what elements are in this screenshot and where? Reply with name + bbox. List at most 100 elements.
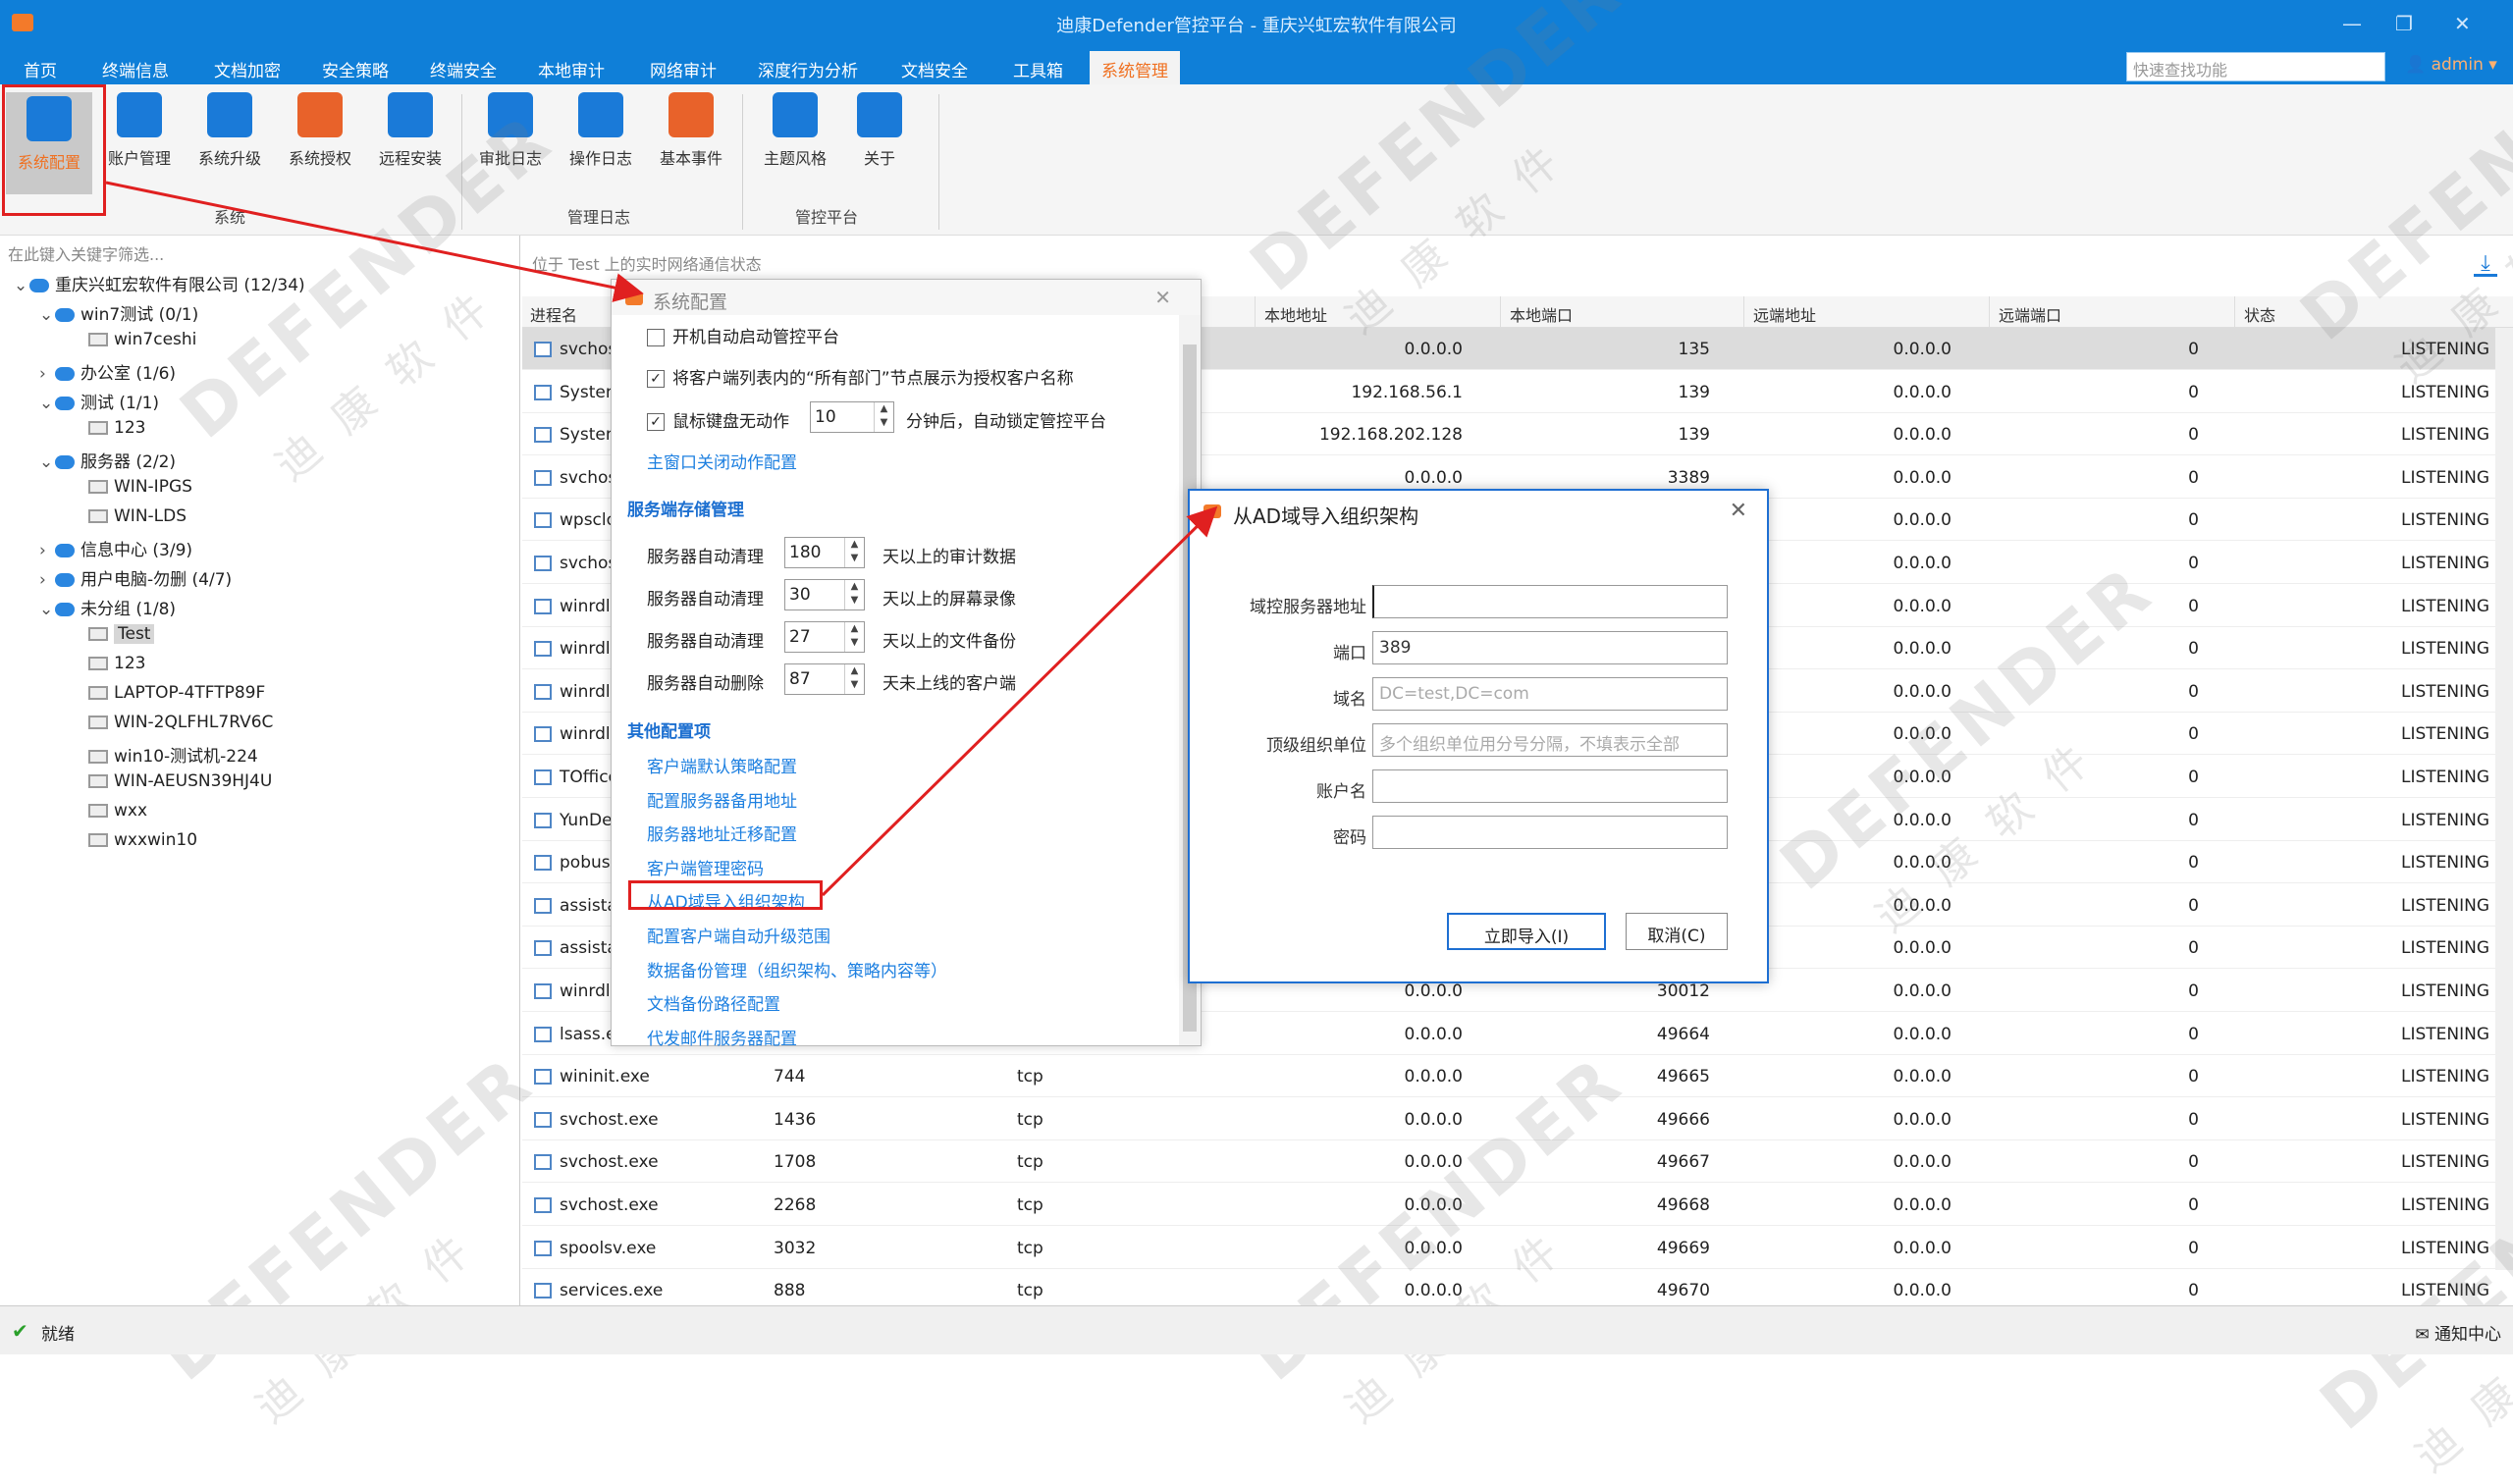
auto-start-checkbox[interactable] [647, 329, 665, 346]
tree-node[interactable]: wxx [88, 801, 147, 821]
tree-node[interactable]: ⌄ 服务器 (2/2) [39, 448, 176, 472]
config-link-5[interactable]: 配置客户端自动升级范围 [647, 923, 830, 947]
storage-days-stepper[interactable]: 180 ▲ ▼ [784, 537, 865, 568]
ribbon-button-4[interactable]: 远程安装 [367, 92, 454, 169]
column-divider[interactable] [1989, 296, 1990, 328]
column-header-7[interactable]: 状态 [2244, 302, 2275, 326]
quick-search-input[interactable]: 快速查找功能 [2126, 52, 2385, 81]
column-divider[interactable] [1255, 296, 1256, 328]
storage-days-stepper[interactable]: 30 ▲ ▼ [784, 579, 865, 610]
expand-arrow-icon[interactable]: ⌄ [14, 276, 29, 295]
auto-start-option[interactable]: 开机自动启动管控平台 [647, 323, 839, 347]
ad-field-input-1[interactable]: 389 [1372, 631, 1728, 664]
show-auth-option[interactable]: ✓ 将客户端列表内的“所有部门”节点展示为授权客户名称 [647, 364, 1074, 389]
stepper-arrows-icon[interactable]: ▲ ▼ [844, 580, 864, 610]
tree-node[interactable]: › 办公室 (1/6) [39, 359, 176, 384]
import-now-button[interactable]: 立即导入(I) [1447, 913, 1606, 950]
tree-node[interactable]: 123 [88, 654, 145, 673]
expand-arrow-icon[interactable]: › [39, 570, 55, 590]
admin-user-menu[interactable]: 👤 admin ▾ [2405, 55, 2497, 75]
expand-arrow-icon[interactable]: › [39, 364, 55, 384]
tree-node[interactable]: win10-测试机-224 [88, 742, 258, 767]
tree-node[interactable]: Test [88, 624, 155, 644]
cancel-button[interactable]: 取消(C) [1626, 913, 1728, 950]
idle-lock-checkbox[interactable]: ✓ [647, 413, 665, 431]
config-link-7[interactable]: 文档备份路径配置 [647, 990, 780, 1015]
menu-item-2[interactable]: 文档加密 [206, 55, 289, 83]
menu-item-4[interactable]: 终端安全 [422, 55, 505, 83]
ad-field-input-0[interactable] [1372, 585, 1728, 618]
stepper-arrows-icon[interactable]: ▲ ▼ [844, 538, 864, 567]
menu-item-7[interactable]: 深度行为分析 [750, 55, 866, 83]
column-header-4[interactable]: 本地端口 [1510, 302, 1573, 326]
menu-item-3[interactable]: 安全策略 [314, 55, 397, 83]
menu-item-0[interactable]: 首页 [16, 55, 65, 83]
show-auth-checkbox[interactable]: ✓ [647, 370, 665, 388]
tree-node[interactable]: wxxwin10 [88, 830, 197, 850]
column-divider[interactable] [1500, 296, 1501, 328]
stepper-arrows-icon[interactable]: ▲ ▼ [844, 622, 864, 652]
tree-node[interactable]: ⌄ win7测试 (0/1) [39, 300, 198, 325]
menu-item-1[interactable]: 终端信息 [94, 55, 177, 83]
ribbon-button-2[interactable]: 系统升级 [187, 92, 273, 169]
ad-field-input-4[interactable] [1372, 769, 1728, 803]
minimize-button[interactable]: — [2342, 12, 2362, 35]
ad-field-input-5[interactable] [1372, 816, 1728, 849]
tree-node[interactable]: WIN-LDS [88, 506, 187, 526]
ribbon-button-9[interactable]: 关于 [836, 92, 923, 169]
tree-node[interactable]: WIN-2QLFHL7RV6C [88, 713, 273, 732]
ad-field-input-3[interactable]: 多个组织单位用分号分隔，不填表示全部 [1372, 723, 1728, 757]
close-window-button[interactable]: ✕ [2454, 12, 2471, 35]
expand-arrow-icon[interactable]: ⌄ [39, 600, 55, 619]
config-link-1[interactable]: 配置服务器备用地址 [647, 787, 797, 812]
stepper-arrows-icon[interactable]: ▲ ▼ [874, 402, 893, 432]
config-link-0[interactable]: 客户端默认策略配置 [647, 753, 797, 777]
tree-node[interactable]: WIN-IPGS [88, 477, 192, 497]
tree-node[interactable]: ⌄ 未分组 (1/8) [39, 595, 176, 619]
expand-arrow-icon[interactable]: › [39, 541, 55, 560]
tree-filter-input[interactable]: 在此键入关键字筛选... [8, 241, 164, 265]
idle-minutes-stepper[interactable]: 10 ▲ ▼ [810, 401, 894, 433]
tree-node[interactable]: 123 [88, 418, 145, 438]
menu-item-8[interactable]: 文档安全 [893, 55, 976, 83]
close-icon[interactable]: ✕ [1730, 499, 1747, 523]
expand-arrow-icon[interactable]: ⌄ [39, 305, 55, 325]
tree-node[interactable]: LAPTOP-4TFTP89F [88, 683, 265, 703]
column-header-3[interactable]: 本地地址 [1264, 302, 1327, 326]
column-header-6[interactable]: 远端端口 [1999, 302, 2061, 326]
tree-node[interactable]: › 用户电脑-勿删 (4/7) [39, 565, 232, 590]
menu-item-9[interactable]: 工具箱 [1005, 55, 1071, 83]
ad-field-input-2[interactable]: DC=test,DC=com [1372, 677, 1728, 711]
ribbon-button-1[interactable]: 账户管理 [96, 92, 183, 169]
tree-node[interactable]: ⌄ 重庆兴虹宏软件有限公司 (12/34) [14, 271, 305, 295]
close-icon[interactable]: ✕ [1154, 286, 1171, 309]
menu-item-6[interactable]: 网络审计 [642, 55, 724, 83]
notification-center-button[interactable]: ✉ 通知中心 [2415, 1320, 2501, 1345]
restore-button[interactable]: ❐ [2395, 12, 2413, 35]
expand-arrow-icon[interactable]: ⌄ [39, 452, 55, 472]
storage-days-stepper[interactable]: 27 ▲ ▼ [784, 621, 865, 653]
column-divider[interactable] [2234, 296, 2235, 328]
ribbon-button-8[interactable]: 主题风格 [752, 92, 838, 169]
table-row[interactable]: wininit.exe 744 tcp 0.0.0.0 49665 0.0.0.0 0 LIS… [522, 1055, 2495, 1098]
ribbon-button-3[interactable]: 系统授权 [277, 92, 363, 169]
config-link-8[interactable]: 代发邮件服务器配置 [647, 1025, 797, 1049]
column-header-5[interactable]: 远端地址 [1753, 302, 1816, 326]
ribbon-button-6[interactable]: 操作日志 [558, 92, 644, 169]
main-close-action-link[interactable]: 主窗口关闭动作配置 [647, 449, 797, 473]
tree-node[interactable]: WIN-AEUSN39HJ4U [88, 771, 272, 791]
idle-lock-option[interactable]: ✓ 鼠标键盘无动作 [647, 407, 789, 432]
stepper-arrows-icon[interactable]: ▲ ▼ [844, 664, 864, 694]
config-link-2[interactable]: 服务器地址迁移配置 [647, 821, 797, 845]
config-link-6[interactable]: 数据备份管理（组织架构、策略内容等） [647, 957, 947, 981]
ribbon-button-7[interactable]: 基本事件 [648, 92, 734, 169]
tree-node[interactable]: win7ceshi [88, 330, 196, 349]
tree-node[interactable]: ⌄ 测试 (1/1) [39, 389, 159, 413]
column-header-0[interactable]: 进程名 [530, 302, 577, 326]
expand-arrow-icon[interactable]: ⌄ [39, 394, 55, 413]
config-link-3[interactable]: 客户端管理密码 [647, 855, 764, 879]
tree-node[interactable]: › 信息中心 (3/9) [39, 536, 192, 560]
column-divider[interactable] [1743, 296, 1744, 328]
table-scrollbar[interactable] [2495, 328, 2513, 1270]
menu-item-5[interactable]: 本地审计 [530, 55, 613, 83]
